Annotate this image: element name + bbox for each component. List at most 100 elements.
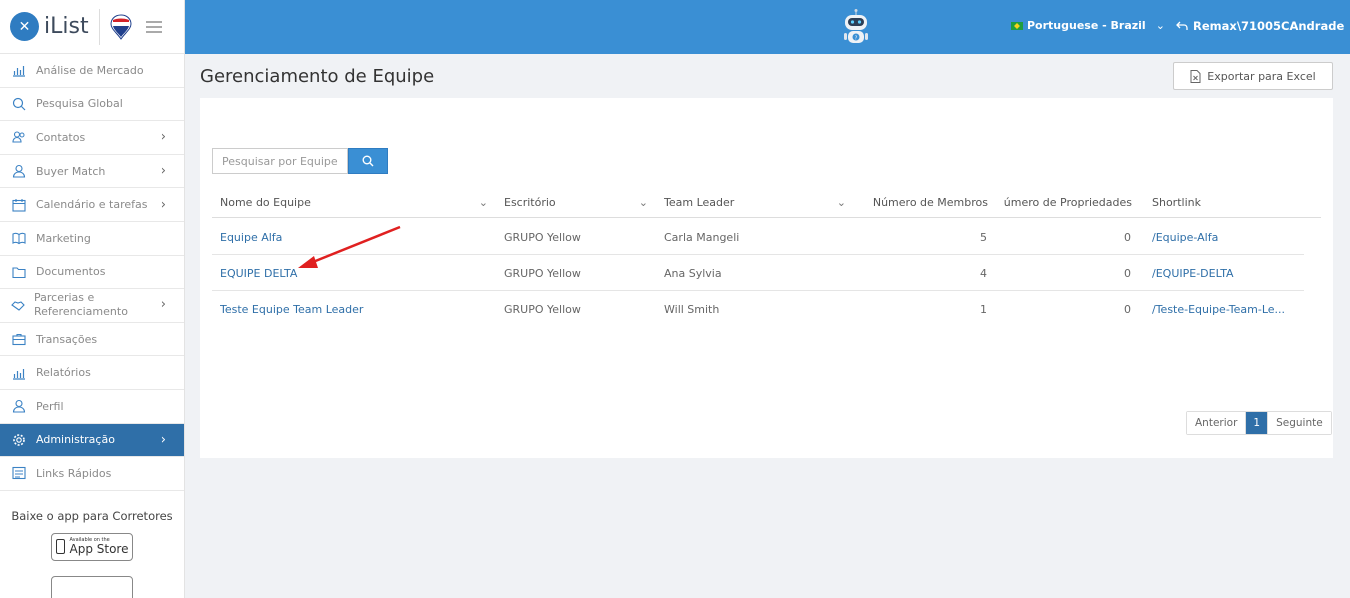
export-label: Exportar para Excel <box>1207 69 1316 83</box>
search-button[interactable] <box>348 148 388 174</box>
top-bar: ? Portuguese - Brazil ⌄ Remax\71005CAndr… <box>185 0 1350 54</box>
shortlink-link[interactable]: /Teste-Equipe-Team-Le... <box>1152 291 1302 327</box>
profile-icon <box>11 398 27 414</box>
book-icon <box>11 230 27 246</box>
sidebar-item-label: Calendário e tarefas <box>36 198 148 212</box>
sidebar-item-relatorios[interactable]: Relatórios <box>0 356 184 390</box>
chevron-down-icon: ⌄ <box>638 195 648 209</box>
brand-divider <box>98 8 100 45</box>
sidebar-item-contatos[interactable]: Contatos › <box>0 121 184 155</box>
ilist-logo-icon[interactable]: ✕ <box>10 12 39 41</box>
handshake-icon <box>11 297 25 313</box>
sidebar-item-label: Parcerias e Referenciamento <box>34 291 128 319</box>
user-icon <box>11 163 27 179</box>
chevron-right-icon: › <box>160 197 166 213</box>
leader-cell: Will Smith <box>664 302 720 316</box>
table-header: Nome do Equipe ⌄ Escritório ⌄ Team Leade… <box>212 186 1321 218</box>
annotation-arrow-icon <box>298 225 401 268</box>
language-selector[interactable]: Portuguese - Brazil ⌄ <box>1011 19 1165 32</box>
office-cell: GRUPO Yellow <box>504 302 581 316</box>
sidebar-item-analise-mercado[interactable]: Análise de Mercado <box>0 54 184 88</box>
brand-name[interactable]: iList <box>44 14 89 39</box>
sidebar-item-label: Administração <box>36 433 115 447</box>
calendar-icon <box>11 197 27 213</box>
sidebar-item-buyer-match[interactable]: Buyer Match › <box>0 155 184 189</box>
team-card: Pesquisar por Equipe Nome do Equipe ⌄ Es… <box>200 98 1333 458</box>
user-menu[interactable]: Remax\71005CAndrade <box>1176 19 1344 33</box>
sidebar-item-parcerias[interactable]: Parcerias e Referenciamento › <box>0 289 184 323</box>
sidebar-item-label: Links Rápidos <box>36 466 112 480</box>
folder-icon <box>11 264 27 280</box>
properties-cell: 0 <box>1124 266 1131 280</box>
app-store-button[interactable]: Available on the App Store <box>51 532 133 561</box>
app-download-block: Baixe o app para Corretores Available on… <box>0 491 184 598</box>
members-cell: 5 <box>980 230 987 244</box>
column-header-properties[interactable]: úmero de Propriedades <box>996 186 1132 218</box>
chevron-right-icon: › <box>160 163 166 179</box>
sidebar-item-label: Buyer Match <box>36 164 106 178</box>
app-download-title: Baixe o app para Corretores <box>11 508 173 523</box>
report-icon <box>11 365 27 381</box>
shortlink-link[interactable]: /EQUIPE-DELTA <box>1152 255 1302 291</box>
sidebar-item-pesquisa-global[interactable]: Pesquisa Global <box>0 88 184 122</box>
column-header-office[interactable]: Escritório ⌄ <box>504 186 648 218</box>
page-title: Gerenciamento de Equipe <box>200 66 435 87</box>
chevron-right-icon: › <box>160 432 166 448</box>
contacts-icon <box>11 129 27 145</box>
sidebar-item-label: Análise de Mercado <box>36 63 144 77</box>
pagination: Anterior 1 Seguinte <box>1186 411 1332 435</box>
bar-chart-icon <box>11 62 27 78</box>
google-play-button[interactable] <box>51 575 133 598</box>
gear-icon <box>11 432 27 448</box>
remax-balloon-icon <box>110 13 132 40</box>
briefcase-icon <box>11 331 27 347</box>
sidebar-item-links-rapidos[interactable]: Links Rápidos <box>0 457 184 491</box>
pagination-next-button[interactable]: Seguinte <box>1267 412 1331 434</box>
sidebar-item-label: Relatórios <box>36 366 91 380</box>
shortlink-link[interactable]: /Equipe-Alfa <box>1152 219 1302 255</box>
user-name: Remax\71005CAndrade <box>1193 19 1345 33</box>
sidebar-item-label: Documentos <box>36 265 106 279</box>
excel-file-icon <box>1190 69 1201 83</box>
robot-assistant-icon[interactable]: ? <box>841 8 871 48</box>
chevron-down-icon: ⌄ <box>1155 19 1165 32</box>
chevron-right-icon: › <box>160 129 166 145</box>
office-cell: GRUPO Yellow <box>504 266 581 280</box>
table-row: Teste Equipe Team Leader GRUPO Yellow Wi… <box>212 291 1304 327</box>
column-header-name[interactable]: Nome do Equipe ⌄ <box>220 186 488 218</box>
sidebar-item-calendario[interactable]: Calendário e tarefas › <box>0 188 184 222</box>
sidebar-item-transacoes[interactable]: Transações <box>0 323 184 357</box>
search-icon <box>11 96 27 112</box>
team-name-link[interactable]: Teste Equipe Team Leader <box>220 291 490 327</box>
sidebar-item-label: Transações <box>36 332 98 346</box>
phone-icon <box>55 539 65 555</box>
brand-bar: ✕ iList <box>0 0 184 54</box>
column-header-shortlink[interactable]: Shortlink <box>1152 186 1302 218</box>
members-cell: 4 <box>980 266 987 280</box>
language-label: Portuguese - Brazil <box>1027 19 1146 32</box>
chevron-down-icon: ⌄ <box>836 195 846 209</box>
properties-cell: 0 <box>1124 230 1131 244</box>
sidebar-item-documentos[interactable]: Documentos <box>0 256 184 290</box>
menu-toggle-icon[interactable] <box>145 20 162 33</box>
sidebar-item-label: Perfil <box>36 399 64 413</box>
sidebar-item-label: Pesquisa Global <box>36 97 123 111</box>
sidebar: ✕ iList Análise de Mercado Pesquisa Glob… <box>0 0 185 598</box>
sidebar-item-perfil[interactable]: Perfil <box>0 390 184 424</box>
pagination-current-page[interactable]: 1 <box>1245 412 1268 434</box>
svg-text:?: ? <box>855 36 858 42</box>
search-icon <box>362 155 374 167</box>
return-icon <box>1176 21 1188 30</box>
team-search-input[interactable]: Pesquisar por Equipe <box>212 148 348 174</box>
column-header-leader[interactable]: Team Leader ⌄ <box>664 186 846 218</box>
sidebar-item-administracao[interactable]: Administração › <box>0 423 184 458</box>
sidebar-item-marketing[interactable]: Marketing <box>0 222 184 256</box>
sidebar-item-label: Marketing <box>36 231 91 245</box>
export-excel-button[interactable]: Exportar para Excel <box>1173 62 1333 90</box>
chevron-down-icon: ⌄ <box>478 195 488 209</box>
brazil-flag-icon <box>1011 21 1023 30</box>
column-header-members[interactable]: Número de Membros <box>866 186 988 218</box>
pagination-prev-button[interactable]: Anterior <box>1187 412 1246 434</box>
office-cell: GRUPO Yellow <box>504 230 581 244</box>
properties-cell: 0 <box>1124 302 1131 316</box>
